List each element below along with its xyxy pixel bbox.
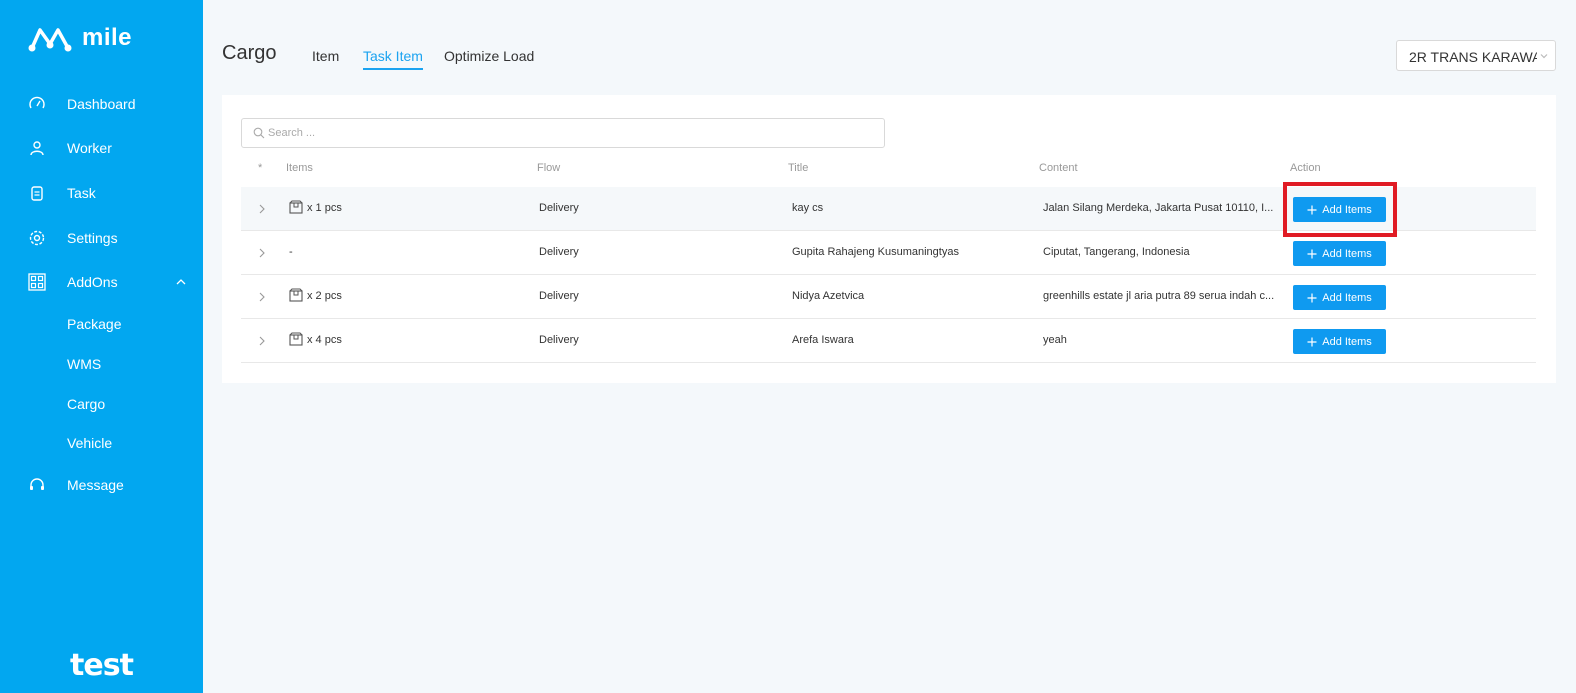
table-row: - Delivery Gupita Rahajeng Kusumaningtya… [241,231,1536,275]
add-items-button[interactable]: Add Items [1293,329,1386,354]
search-input[interactable] [268,124,868,142]
sidebar-item-settings[interactable]: Settings [0,218,203,258]
grid-icon [28,273,46,291]
chevron-right-icon[interactable] [257,247,267,259]
cell-content: greenhills estate jl aria putra 89 serua… [1043,290,1275,302]
sidebar-item-label: Settings [67,230,118,246]
cell-content: Jalan Silang Merdeka, Jakarta Pusat 1011… [1043,202,1274,214]
mile-logo-icon [28,28,72,52]
search-icon [253,127,265,139]
column-header-content: Content [1039,162,1078,174]
app-logo[interactable]: mile [28,24,132,52]
sidebar-item-label: Message [67,477,124,493]
chevron-right-icon[interactable] [257,335,267,347]
plus-icon [1307,205,1317,214]
cell-flow: Delivery [539,246,579,258]
cell-flow: Delivery [539,334,579,346]
sidebar-item-label: Task [67,185,96,201]
sidebar-item-task[interactable]: Task [0,173,203,213]
plus-icon [1307,337,1317,346]
task-item-card: * Items Flow Title Content Action x 1 pc… [222,95,1556,383]
table-row: x 1 pcs Delivery kay cs Jalan Silang Mer… [241,187,1536,231]
app-name: mile [82,24,133,51]
chevron-right-icon[interactable] [257,203,267,215]
column-header-title: Title [788,162,809,174]
sidebar-subitem-cargo[interactable]: Cargo [67,392,105,416]
table-row: x 4 pcs Delivery Arefa Iswara yeah Add I… [241,319,1536,363]
column-header-flow: Flow [537,162,561,174]
sidebar-subitem-vehicle[interactable]: Vehicle [67,431,112,455]
user-icon [30,141,44,156]
cell-items: - [289,246,293,258]
sidebar-item-message[interactable]: Message [0,465,203,505]
package-icon [289,200,303,214]
chevron-up-icon [176,279,186,285]
headset-icon [30,478,44,490]
cell-flow: Delivery [539,290,579,302]
package-icon [289,288,303,302]
cell-title: Arefa Iswara [792,334,854,346]
sidebar-item-dashboard[interactable]: Dashboard [0,84,203,124]
company-select[interactable]: 2R TRANS KARAWA [1396,40,1556,71]
plus-icon [1307,249,1317,258]
cell-items: x 1 pcs [307,202,342,214]
tab-task-item[interactable]: Task Item [363,48,423,70]
sidebar: mile Dashboard Worker Task Settings AddO… [0,0,203,693]
sidebar-item-addons[interactable]: AddOns [0,262,203,302]
page-title: Cargo [222,42,277,64]
tab-optimize-load[interactable]: Optimize Load [444,48,534,70]
tab-item[interactable]: Item [312,48,339,70]
workspace-name: test [70,648,134,683]
column-header-action: Action [1290,162,1321,174]
chevron-right-icon[interactable] [257,291,267,303]
cell-items: x 2 pcs [307,290,342,302]
sidebar-item-label: Worker [67,140,112,156]
add-items-button[interactable]: Add Items [1293,285,1386,310]
cell-flow: Delivery [539,202,579,214]
add-items-button[interactable]: Add Items [1293,197,1386,222]
sidebar-subitem-wms[interactable]: WMS [67,352,101,376]
gauge-icon [29,96,45,109]
add-items-label: Add Items [1322,247,1372,260]
package-icon [289,332,303,346]
add-items-label: Add Items [1322,335,1372,348]
cell-title: Nidya Azetvica [792,290,865,302]
sidebar-item-label: Dashboard [67,96,136,112]
sidebar-subitem-package[interactable]: Package [67,312,121,336]
column-header-items: Items [286,162,313,174]
table-row: x 2 pcs Delivery Nidya Azetvica greenhil… [241,275,1536,319]
sidebar-item-worker[interactable]: Worker [0,128,203,168]
clipboard-icon [31,186,43,201]
cell-title: Gupita Rahajeng Kusumaningtyas [792,246,959,258]
sidebar-item-label: AddOns [67,274,118,290]
add-items-button[interactable]: Add Items [1293,241,1386,266]
gear-icon [29,230,45,246]
cell-content: yeah [1043,334,1067,346]
column-header-expand: * [258,162,263,174]
company-select-value: 2R TRANS KARAWA [1409,49,1542,65]
cell-content: Ciputat, Tangerang, Indonesia [1043,246,1190,258]
cell-title: kay cs [792,202,824,214]
plus-icon [1307,293,1317,302]
chevron-down-icon [1537,49,1551,63]
search-box[interactable] [241,118,885,148]
cell-items: x 4 pcs [307,334,342,346]
add-items-label: Add Items [1322,291,1372,304]
add-items-label: Add Items [1322,203,1372,216]
